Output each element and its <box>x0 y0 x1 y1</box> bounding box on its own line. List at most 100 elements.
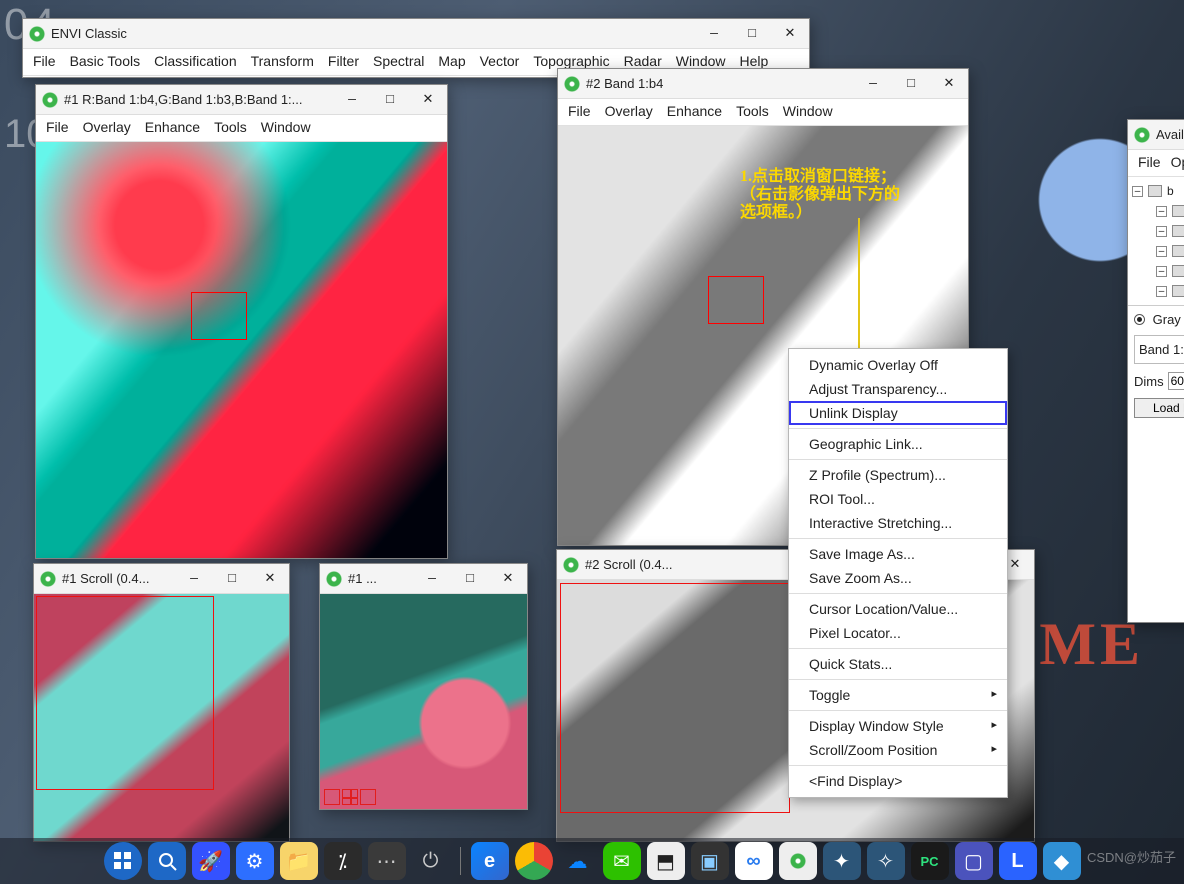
titlebar-display-1[interactable]: #1 R:Band 1:b4,G:Band 1:b3,B:Band 1:... … <box>36 85 447 115</box>
menu-item-tools[interactable]: Tools <box>736 103 769 119</box>
context-item-pixel-locator[interactable]: Pixel Locator... <box>789 621 1007 645</box>
taskbar[interactable]: 🚀 ⚙ 📁 ⁒ ⋯ ⏻ e ☁ ✉ ⬒ ▣ ∞ ✦ ✧ PC ▢ L ◆ <box>0 838 1184 884</box>
band-tree-item[interactable]: –b <box>1132 221 1184 241</box>
menu-item-radar[interactable]: Radar <box>624 53 662 69</box>
band-tree-item[interactable]: –b <box>1132 201 1184 221</box>
window-scroll-1[interactable]: #1 Scroll (0.4... — □ ✕ <box>33 563 290 842</box>
zoom-out-icon[interactable] <box>324 789 340 805</box>
radio-gray-icon[interactable] <box>1134 314 1145 325</box>
maximize-button[interactable]: □ <box>371 86 409 114</box>
menu-item-help[interactable]: Help <box>740 53 769 69</box>
view-extent-box[interactable] <box>36 596 214 790</box>
band-tree-item[interactable]: –b <box>1132 281 1184 301</box>
close-button[interactable]: ✕ <box>771 20 809 48</box>
taskbar-chrome-icon[interactable] <box>515 842 553 880</box>
context-item-display-window-style[interactable]: Display Window Style <box>789 710 1007 738</box>
menu-item-enhance[interactable]: Enhance <box>145 119 200 135</box>
menu-item-transform[interactable]: Transform <box>251 53 314 69</box>
close-button[interactable]: ✕ <box>409 86 447 114</box>
taskbar-l-icon[interactable]: L <box>999 842 1037 880</box>
taskbar-teams-icon[interactable]: ▢ <box>955 842 993 880</box>
window-display-1[interactable]: #1 R:Band 1:b4,G:Band 1:b3,B:Band 1:... … <box>35 84 448 559</box>
taskbar-tool-icon[interactable]: ✦ <box>823 842 861 880</box>
tree-expand-icon[interactable]: – <box>1156 286 1167 297</box>
menubar-display-2[interactable]: File Overlay Enhance Tools Window <box>558 99 968 126</box>
taskbar-more-icon[interactable]: ⋯ <box>368 842 406 880</box>
minimize-button[interactable]: — <box>854 70 892 98</box>
menu-item-file[interactable]: File <box>1138 154 1161 170</box>
menu-item-file[interactable]: File <box>46 119 69 135</box>
tree-expand-icon[interactable]: – <box>1156 226 1167 237</box>
menu-item-window[interactable]: Window <box>783 103 833 119</box>
menu-item-enhance[interactable]: Enhance <box>667 103 722 119</box>
context-item-quick-stats[interactable]: Quick Stats... <box>789 648 1007 676</box>
minimize-button[interactable]: — <box>695 20 733 48</box>
maximize-button[interactable]: □ <box>213 565 251 593</box>
menu-item-topographic[interactable]: Topographic <box>533 53 609 69</box>
taskbar-envi-icon[interactable] <box>779 842 817 880</box>
image-scroll-1[interactable] <box>34 594 289 841</box>
menu-item-classification[interactable]: Classification <box>154 53 236 69</box>
context-item-roi-tool[interactable]: ROI Tool... <box>789 487 1007 511</box>
window-zoom-1[interactable]: #1 ... — □ ✕ <box>319 563 528 810</box>
close-button[interactable]: ✕ <box>251 565 289 593</box>
taskbar-onedrive-icon[interactable]: ☁ <box>559 842 597 880</box>
context-item-unlink-display[interactable]: Unlink Display <box>789 401 1007 425</box>
menu-item-file[interactable]: File <box>568 103 591 119</box>
context-item-adjust-transparency[interactable]: Adjust Transparency... <box>789 377 1007 401</box>
taskbar-start-icon[interactable] <box>104 842 142 880</box>
titlebar-available-bands[interactable]: Avail <box>1128 120 1184 150</box>
menu-item-filter[interactable]: Filter <box>328 53 359 69</box>
taskbar-edge-icon[interactable]: e <box>471 842 509 880</box>
band-tree-item[interactable]: –b <box>1132 181 1184 201</box>
menu-item-file[interactable]: File <box>33 53 56 69</box>
taskbar-pycharm-icon[interactable]: PC <box>911 842 949 880</box>
taskbar-tool2-icon[interactable]: ✧ <box>867 842 905 880</box>
context-item-cursor-location-value[interactable]: Cursor Location/Value... <box>789 593 1007 621</box>
zoom-in-icon[interactable] <box>342 789 358 805</box>
tree-expand-icon[interactable]: – <box>1156 246 1167 257</box>
maximize-button[interactable]: □ <box>451 565 489 593</box>
context-item-toggle[interactable]: Toggle <box>789 679 1007 707</box>
display-mode-radio-row[interactable]: Gray <box>1134 312 1184 327</box>
menu-item-window[interactable]: Window <box>676 53 726 69</box>
taskbar-explorer-icon[interactable]: 📁 <box>280 842 318 880</box>
image-zoom-1[interactable] <box>320 594 527 809</box>
close-button[interactable]: ✕ <box>930 70 968 98</box>
taskbar-imaging-icon[interactable]: ▣ <box>691 842 729 880</box>
band-tree-item[interactable]: –b <box>1132 261 1184 281</box>
menu-item-basic-tools[interactable]: Basic Tools <box>70 53 141 69</box>
taskbar-wechat-icon[interactable]: ✉ <box>603 842 641 880</box>
bands-tree[interactable]: –b–b–b–b–b–b <box>1128 177 1184 305</box>
taskbar-power-icon[interactable]: ⏻ <box>412 842 450 880</box>
taskbar-baidu-icon[interactable]: ∞ <box>735 842 773 880</box>
load-band-button[interactable]: Load B <box>1134 398 1184 418</box>
minimize-button[interactable]: — <box>175 565 213 593</box>
dims-input[interactable] <box>1168 372 1184 390</box>
context-menu[interactable]: Dynamic Overlay OffAdjust Transparency..… <box>788 348 1008 798</box>
taskbar-app-icon[interactable]: ◆ <box>1043 842 1081 880</box>
menu-item-spectral[interactable]: Spectral <box>373 53 424 69</box>
minimize-button[interactable]: — <box>413 565 451 593</box>
zoom-box-display-1[interactable] <box>191 292 247 340</box>
minimize-button[interactable]: — <box>333 86 371 114</box>
context-item-dynamic-overlay-off[interactable]: Dynamic Overlay Off <box>789 353 1007 377</box>
context-item-save-image-as[interactable]: Save Image As... <box>789 538 1007 566</box>
taskbar-app-rocket-icon[interactable]: 🚀 <box>192 842 230 880</box>
view-extent-box[interactable] <box>560 583 790 813</box>
context-item-save-zoom-as[interactable]: Save Zoom As... <box>789 566 1007 590</box>
tree-expand-icon[interactable]: – <box>1156 266 1167 277</box>
menu-item-vector[interactable]: Vector <box>480 53 520 69</box>
menu-item-overlay[interactable]: Overlay <box>605 103 653 119</box>
menu-item-window[interactable]: Window <box>261 119 311 135</box>
menu-item-op[interactable]: Op <box>1171 154 1184 170</box>
close-button[interactable]: ✕ <box>489 565 527 593</box>
menubar-display-1[interactable]: FileOverlayEnhanceToolsWindow <box>36 115 447 142</box>
taskbar-search-icon[interactable] <box>148 842 186 880</box>
zoom-box-display-2[interactable] <box>708 276 764 324</box>
context-item-interactive-stretching[interactable]: Interactive Stretching... <box>789 511 1007 535</box>
taskbar-app-settings-icon[interactable]: ⚙ <box>236 842 274 880</box>
menubar-available-bands[interactable]: File Op <box>1128 150 1184 177</box>
menu-item-tools[interactable]: Tools <box>214 119 247 135</box>
window-available-bands[interactable]: Avail FileOp –b–b–b–b–b–b Gray Band 1:b … <box>1127 119 1184 623</box>
